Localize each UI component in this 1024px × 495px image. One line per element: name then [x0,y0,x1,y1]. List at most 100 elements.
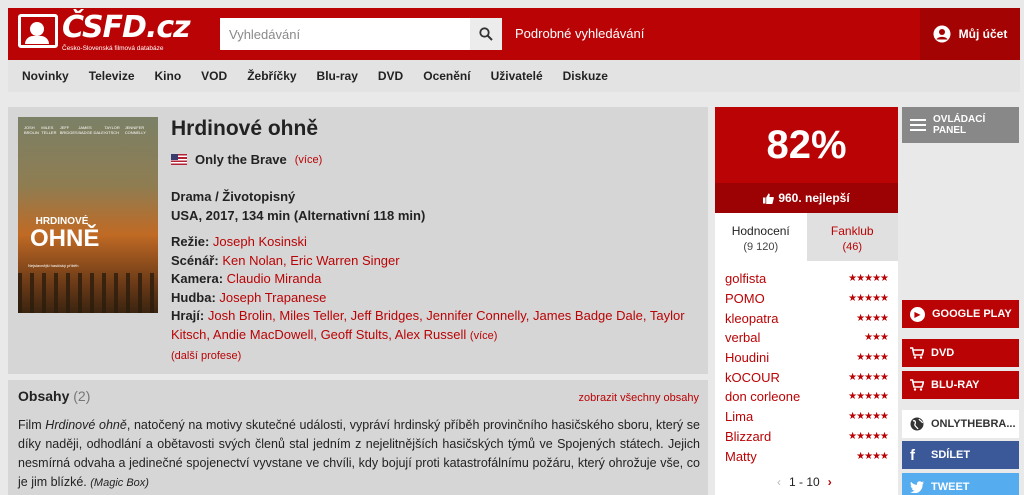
star-rating: ★★★★★ [848,411,889,423]
nav-bluray[interactable]: Blu-ray [317,69,358,83]
tab-ratings-label: Hodnocení [731,224,790,238]
camera-link[interactable]: Claudio Miranda [227,271,322,286]
writer-links[interactable]: Ken Nolan, Eric Warren Singer [222,253,399,268]
user-link[interactable]: Houdini [725,350,769,365]
star-rating: ★★★★ [856,450,889,462]
bluray-label: BLU-RAY [931,379,980,391]
star-rating: ★★★★★ [848,430,889,442]
writer-label: Scénář: [171,252,219,268]
original-titles-more-link[interactable]: (více) [295,154,323,166]
poster-credit: TAYLOR KITSCH [104,125,120,135]
poster-credit: MILES TELLER [41,125,57,135]
rating-score: 82% [715,107,898,183]
plot-heading-label: Obsahy [18,388,70,404]
list-item: Matty ★★★★ [725,446,889,466]
film-title: Hrdinové ohně [171,117,319,140]
cast-row: Hrají: Josh Brolin, Miles Teller, Jeff B… [171,307,701,345]
cast-label: Hrají: [171,308,205,324]
tab-ratings[interactable]: Hodnocení (9 120) [715,213,807,261]
writer-row: Scénář: Ken Nolan, Eric Warren Singer [171,252,701,271]
list-item: Lima ★★★★★ [725,407,889,427]
rating-rank[interactable]: 960. nejlepší [715,183,898,213]
cast-more-link[interactable]: (více) [470,330,498,342]
search-button[interactable] [470,18,502,50]
poster-credits: JOSH BROLIN MILES TELLER JEFF BRIDGES JA… [24,125,152,135]
plot-source: (Magic Box) [90,477,149,489]
star-rating: ★★★★ [856,352,889,364]
user-link[interactable]: verbal [725,330,760,345]
tab-fanclub-count: (46) [842,241,863,253]
film-poster[interactable]: JOSH BROLIN MILES TELLER JEFF BRIDGES JA… [18,117,158,313]
camera-label: Kamera: [171,271,224,287]
advanced-search-link[interactable]: Podrobné vyhledávání [515,26,644,41]
dvd-button[interactable]: DVD [902,339,1019,367]
director-label: Režie: [171,234,210,249]
nav-novinky[interactable]: Novinky [22,69,69,83]
share-label: SDÍLET [931,449,971,461]
user-link[interactable]: kleopatra [725,311,778,326]
plot-text: Film Hrdinové ohně, natočený na motivy s… [18,416,700,493]
director-link[interactable]: Joseph Kosinski [213,234,307,249]
nav-zebricky[interactable]: Žebříčky [247,69,296,83]
original-title: Only the Brave [195,152,287,167]
film-origin: USA, 2017, 134 min (Alternativní 118 min… [171,208,426,223]
tab-fanclub[interactable]: Fanklub (46) [806,213,898,261]
user-link[interactable]: golfista [725,271,766,286]
user-link[interactable]: Blizzard [725,429,771,444]
list-item: kOCOUR ★★★★★ [725,367,889,387]
tweet-button[interactable]: TWEET [902,473,1019,495]
nav-dvd[interactable]: DVD [378,69,403,83]
cast-links[interactable]: Josh Brolin, Miles Teller, Jeff Bridges,… [171,308,685,342]
nav-kino[interactable]: Kino [155,69,182,83]
rating-panel: 82% 960. nejlepší Hodnocení (9 120) Fank… [715,107,898,495]
list-item: don corleone ★★★★★ [725,387,889,407]
bluray-button[interactable]: BLU-RAY [902,371,1019,399]
camera-row: Kamera: Claudio Miranda [171,270,701,289]
list-item: Blizzard ★★★★★ [725,427,889,447]
tab-fanclub-label: Fanklub [830,224,874,238]
chevron-left-icon[interactable]: ‹ [777,475,781,489]
nav-uzivatele[interactable]: Uživatelé [491,69,543,83]
google-play-label: GOOGLE PLAY [932,308,1012,320]
film-genre: Drama / Životopisný [171,189,296,204]
music-link[interactable]: Joseph Trapanese [219,290,326,305]
account-button[interactable]: Můj účet [920,8,1020,60]
nav-televize[interactable]: Televize [89,69,135,83]
nav-oceneni[interactable]: Ocenění [423,69,470,83]
user-link[interactable]: kOCOUR [725,370,780,385]
facebook-share-button[interactable]: f SDÍLET [902,441,1019,469]
globe-icon [910,417,924,431]
official-site-button[interactable]: ONLYTHEBRA... [902,410,1019,438]
show-all-plots-link[interactable]: zobrazit všechny obsahy [579,392,699,404]
search-box [220,18,502,50]
user-ratings-list: golfista ★★★★★ POMO ★★★★★ kleopatra ★★★★ ve… [725,269,889,466]
ratings-pager: ‹ 1 - 10 › [777,475,832,489]
search-icon [479,27,493,41]
plot-box: Obsahy (2) zobrazit všechny obsahy Film … [8,380,708,495]
control-panel-label: OVLÁDACÍ PANEL [933,114,986,136]
twitter-icon [910,481,924,493]
official-site-label: ONLYTHEBRA... [931,418,1016,430]
user-link[interactable]: POMO [725,291,765,306]
nav-vod[interactable]: VOD [201,69,227,83]
star-rating: ★★★★ [856,312,889,324]
search-input[interactable] [220,18,468,50]
csfd-logo[interactable]: ČSFD.cz Česko-Slovenská filmová databáze [18,10,198,54]
control-panel-button[interactable]: OVLÁDACÍ PANEL [902,107,1019,143]
google-play-button[interactable]: ▶ GOOGLE PLAY [902,300,1019,328]
user-link[interactable]: don corleone [725,389,800,404]
nav-diskuze[interactable]: Diskuze [563,69,608,83]
chevron-right-icon[interactable]: › [828,475,832,489]
facebook-icon: f [910,446,915,464]
list-item: kleopatra ★★★★ [725,308,889,328]
logo-text: ČSFD.cz [62,10,191,45]
dvd-label: DVD [931,347,955,359]
poster-credit: JOSH BROLIN [24,125,39,135]
user-link[interactable]: Matty [725,449,757,464]
user-link[interactable]: Lima [725,409,753,424]
more-creators-link[interactable]: (další profese) [171,350,241,362]
poster-credit: JENNIFER CONNELLY [124,125,146,135]
plot-text-prefix: Film [18,418,46,432]
usa-flag-icon [171,154,187,165]
cart-icon [910,379,924,391]
